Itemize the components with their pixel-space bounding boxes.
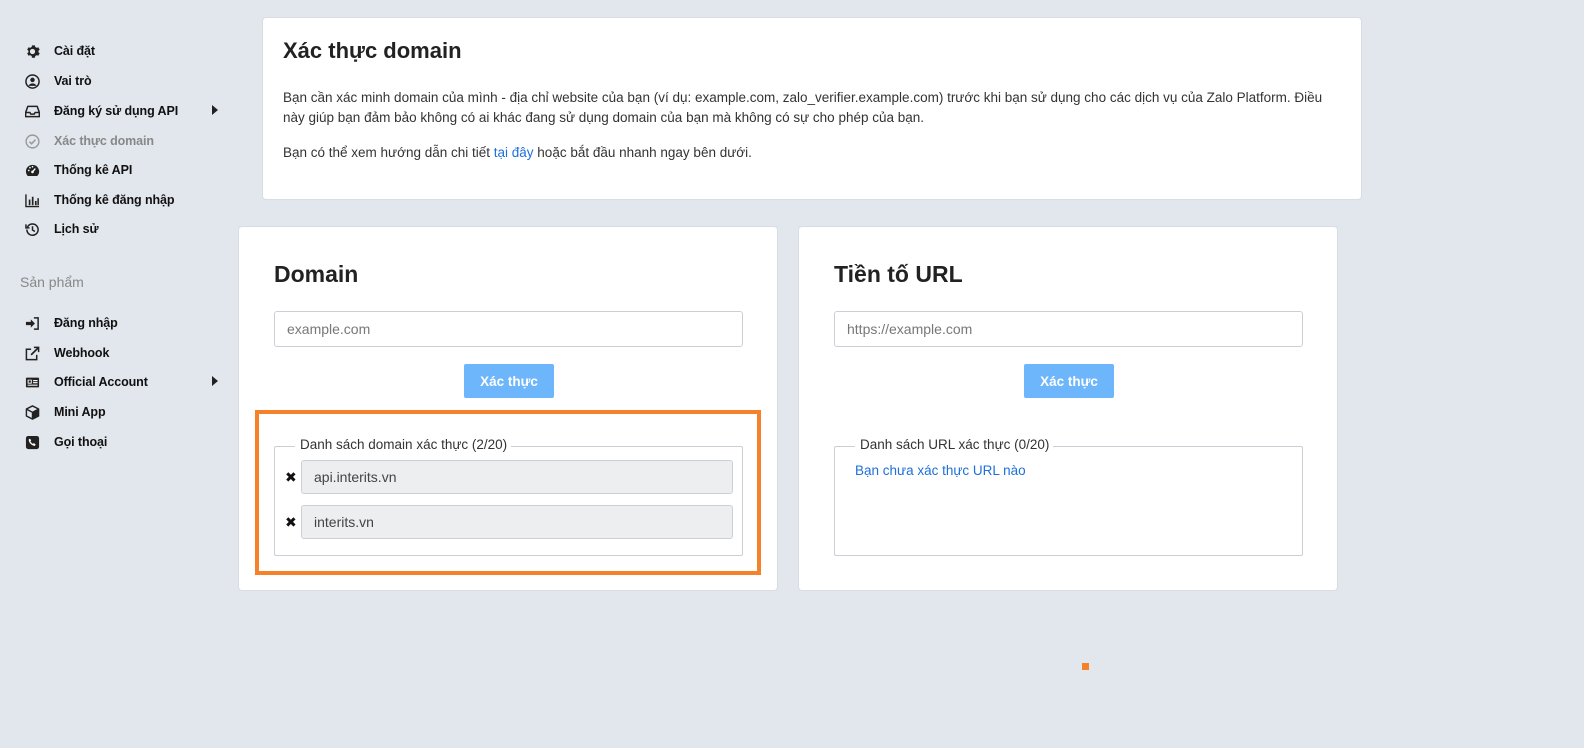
sidebar-item-label: Xác thực domain bbox=[54, 134, 154, 148]
sidebar-item-api-registration[interactable]: Đăng ký sử dụng API bbox=[24, 100, 224, 122]
sidebar-item-login-stats[interactable]: Thống kê đăng nhập bbox=[24, 189, 224, 211]
sidebar-item-domain-verification[interactable]: Xác thực domain bbox=[24, 130, 224, 152]
sidebar-item-api-stats[interactable]: Thống kê API bbox=[24, 159, 224, 181]
sidebar-section-title: Sản phẩm bbox=[20, 274, 84, 290]
gauge-icon bbox=[24, 162, 40, 178]
sidebar-item-label: Official Account bbox=[54, 375, 148, 389]
caret-right-icon bbox=[212, 105, 218, 115]
sidebar-item-roles[interactable]: Vai trò bbox=[24, 70, 224, 92]
bar-chart-icon bbox=[24, 192, 40, 208]
sidebar-item-mini-app[interactable]: Mini App bbox=[24, 401, 224, 423]
page-title: Xác thực domain bbox=[283, 38, 462, 63]
sidebar-item-label: Thống kê API bbox=[54, 163, 133, 177]
cube-icon bbox=[24, 404, 40, 420]
verify-domain-button[interactable]: Xác thực bbox=[464, 364, 554, 398]
guide-hint-suffix: hoặc bắt đầu nhanh ngay bên dưới. bbox=[533, 145, 752, 160]
verified-url-list-legend: Danh sách URL xác thực (0/20) bbox=[855, 437, 1054, 452]
sidebar-item-label: Đăng ký sử dụng API bbox=[54, 104, 179, 118]
sidebar-item-label: Webhook bbox=[54, 346, 110, 360]
sidebar-item-webhook[interactable]: Webhook bbox=[24, 342, 224, 364]
verify-url-button[interactable]: Xác thực bbox=[1024, 364, 1114, 398]
url-panel-title: Tiền tố URL bbox=[834, 261, 963, 287]
empty-url-message: Bạn chưa xác thực URL nào bbox=[855, 463, 1026, 478]
verified-domain-list-legend: Danh sách domain xác thực (2/20) bbox=[295, 437, 512, 452]
url-prefix-panel: Tiền tố URL Xác thực Danh sách URL xác t… bbox=[798, 226, 1338, 591]
id-card-icon bbox=[24, 374, 40, 390]
sidebar: Cài đặt Vai trò Đăng ký sử dụng API Xác … bbox=[0, 0, 232, 748]
url-prefix-input[interactable] bbox=[834, 311, 1303, 347]
list-item: ✖ api.interits.vn bbox=[285, 460, 733, 494]
list-item: ✖ interits.vn bbox=[285, 505, 733, 539]
sidebar-item-label: Đăng nhập bbox=[54, 316, 118, 330]
sidebar-item-label: Vai trò bbox=[54, 74, 92, 88]
sign-in-icon bbox=[24, 315, 40, 331]
sidebar-item-login[interactable]: Đăng nhập bbox=[24, 312, 224, 334]
history-icon bbox=[24, 221, 40, 237]
inbox-icon bbox=[24, 103, 40, 119]
guide-hint-prefix: Bạn có thể xem hướng dẫn chi tiết bbox=[283, 145, 494, 160]
sidebar-item-label: Thống kê đăng nhập bbox=[54, 193, 175, 207]
external-link-icon bbox=[24, 345, 40, 361]
guide-hint: Bạn có thể xem hướng dẫn chi tiết tại đâ… bbox=[283, 145, 752, 160]
sidebar-item-settings[interactable]: Cài đặt bbox=[24, 40, 224, 62]
domain-input[interactable] bbox=[274, 311, 743, 347]
user-circle-icon bbox=[24, 73, 40, 89]
sidebar-item-history[interactable]: Lịch sử bbox=[24, 218, 224, 240]
remove-icon[interactable]: ✖ bbox=[285, 469, 299, 485]
sidebar-item-label: Gọi thoại bbox=[54, 435, 108, 449]
caret-right-icon bbox=[212, 376, 218, 386]
sidebar-item-label: Lịch sử bbox=[54, 222, 99, 236]
sidebar-item-voice-call[interactable]: Gọi thoại bbox=[24, 431, 224, 453]
verified-url-list: Danh sách URL xác thực (0/20) Bạn chưa x… bbox=[834, 437, 1303, 556]
check-circle-icon bbox=[24, 133, 40, 149]
verified-domain-list: Danh sách domain xác thực (2/20) ✖ api.i… bbox=[274, 437, 743, 556]
domain-value: interits.vn bbox=[301, 505, 733, 539]
domain-value: api.interits.vn bbox=[301, 460, 733, 494]
guide-link[interactable]: tại đây bbox=[494, 145, 534, 160]
sidebar-item-label: Mini App bbox=[54, 405, 106, 419]
remove-icon[interactable]: ✖ bbox=[285, 514, 299, 530]
gear-icon bbox=[24, 43, 40, 59]
domain-panel-title: Domain bbox=[274, 261, 359, 287]
phone-icon bbox=[24, 434, 40, 450]
cursor-marker bbox=[1082, 663, 1089, 670]
sidebar-item-label: Cài đặt bbox=[54, 44, 95, 58]
page-header-card: Xác thực domain Bạn cần xác minh domain … bbox=[262, 17, 1362, 200]
domain-panel: Domain Xác thực Danh sách domain xác thự… bbox=[238, 226, 778, 591]
page-description: Bạn cần xác minh domain của mình - địa c… bbox=[283, 90, 1323, 125]
sidebar-item-official-account[interactable]: Official Account bbox=[24, 371, 224, 393]
